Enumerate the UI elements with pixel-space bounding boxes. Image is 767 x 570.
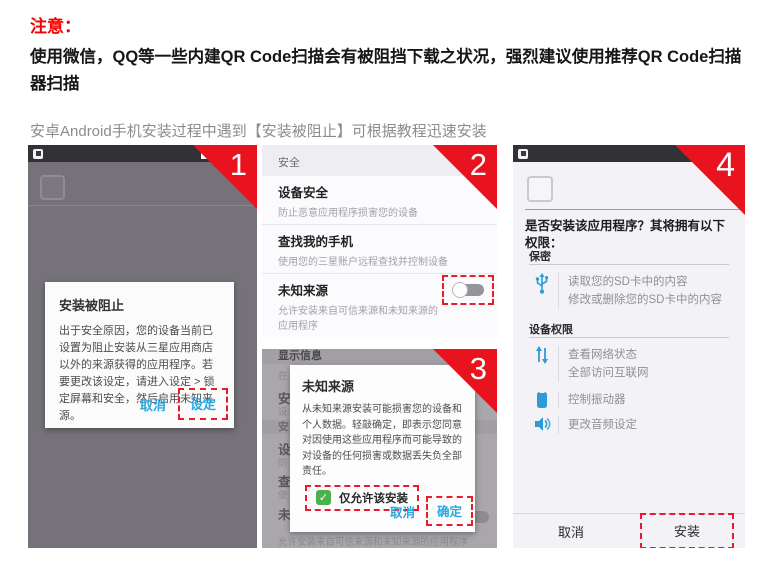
divider: [529, 337, 729, 338]
divider: [529, 264, 729, 265]
screenshot-column-2: 安全 设备安全 防止恶意应用程序损害您的设备 查找我的手机 使用您的三星账户远程…: [262, 145, 497, 548]
dialog-body: 从未知来源安装可能损害您的设备和个人数据。轻敲确定，即表示您同意对因使用这些应用…: [302, 402, 463, 480]
confirm-button[interactable]: 确定: [437, 505, 462, 519]
step-number: 2: [470, 148, 487, 182]
dimmed-row-sub: 允许安装来自可信来源和未知来源的应用程序: [278, 534, 468, 548]
network-arrows-icon: [531, 346, 553, 382]
setting-item-unknown-sources[interactable]: 未知来源 允许安装来自可信来源和未知来源的应用程序: [262, 274, 497, 337]
step-corner-ribbon: [433, 349, 497, 413]
vibration-icon: [531, 391, 553, 409]
cancel-button[interactable]: 取消: [130, 390, 176, 419]
permission-item-audio: 更改音频设定: [531, 416, 637, 434]
step-corner-ribbon: [193, 145, 257, 209]
step-number: 4: [716, 148, 735, 182]
notice-heading: 注意：: [30, 12, 747, 37]
privacy-section-header: 保密: [529, 248, 551, 264]
install-button[interactable]: 安装: [674, 524, 700, 539]
dimmed-row-sub: 设: [278, 404, 288, 418]
highlight-box: [442, 275, 494, 305]
permission-item-storage: 读取您的SD卡中的内容 修改或删除您的SD卡中的内容: [531, 273, 722, 309]
cancel-button[interactable]: 取消: [558, 522, 584, 541]
screenshot-step-4: 1 4G 7 是否安装该应用程序？其将拥有以下权限： 保密: [513, 145, 745, 548]
highlight-box: 设定: [178, 388, 228, 420]
cancel-button[interactable]: 取消: [382, 498, 423, 525]
setting-subtitle: 允许安装来自可信来源和未知来源的应用程序: [278, 302, 443, 332]
device-section-header: 设备权限: [529, 321, 573, 337]
tutorial-page: 注意： 使用微信，QQ等一些内建QR Code扫描会有被阻挡下载之状况，强烈建议…: [0, 0, 767, 570]
setting-item-find-my-phone[interactable]: 查找我的手机 使用您的三星账户远程查找并控制设备: [262, 225, 497, 274]
install-blocked-dialog: 安装被阻止 出于安全原因，您的设备当前已设置为阻止安装从三星应用商店以外的来源获…: [45, 282, 234, 428]
permission-text: 全部访问互联网: [568, 367, 649, 379]
highlight-box: 安装: [640, 513, 734, 548]
step-number: 1: [230, 148, 247, 182]
install-button-bar: 取消 安装: [513, 513, 745, 548]
unknown-sources-toggle[interactable]: [452, 282, 484, 298]
checkbox-checked-icon[interactable]: ✓: [316, 490, 331, 505]
setting-subtitle: 使用您的三星账户远程查找并控制设备: [278, 253, 483, 268]
tutorial-hint: 安卓Android手机安装过程中遇到【安装被阻止】可根据教程迅速安装: [30, 120, 747, 141]
app-icon-placeholder: [40, 175, 65, 200]
screenshot-row: 1 4G 7 安装被阻止 出于安全原因，您的设备当前已设置为阻止安装从三星应用商…: [28, 145, 745, 548]
permission-text: 读取您的SD卡中的内容: [568, 276, 687, 288]
step-corner-ribbon: [433, 145, 497, 209]
dimmed-row-sub: 在: [278, 368, 288, 382]
dimmed-row-title: 未: [278, 504, 291, 523]
dialog-title: 安装被阻止: [59, 295, 220, 314]
dimmed-row-sub: 防: [278, 455, 288, 469]
dimmed-row-sub: 使: [278, 487, 288, 501]
screenshot-notification-icon: [518, 149, 528, 159]
step-number: 3: [470, 352, 487, 386]
permission-text: 更改音频设定: [568, 419, 637, 431]
permission-text: 控制振动器: [568, 394, 626, 406]
screenshot-step-1: 1 4G 7 安装被阻止 出于安全原因，您的设备当前已设置为阻止安装从三星应用商…: [28, 145, 257, 548]
notice-body-text: 使用微信，QQ等一些内建QR Code扫描会有被阻挡下载之状况，强烈建议使用推荐…: [30, 44, 752, 98]
highlight-box: 确定: [426, 496, 473, 526]
setting-title: 查找我的手机: [278, 231, 483, 250]
screenshot-step-3: 显示信息 在 安 设 安 设 防 查 使 未 允许安装来自可信来源和未知来源的应…: [262, 349, 497, 548]
header-block: 注意： 使用微信，QQ等一些内建QR Code扫描会有被阻挡下载之状况，强烈建议…: [0, 0, 767, 141]
permission-item-network: 查看网络状态 全部访问互联网: [531, 346, 649, 382]
screenshot-notification-icon: [33, 149, 43, 159]
permission-text: 查看网络状态: [568, 349, 637, 361]
install-prompt-title: 是否安装该应用程序？其将拥有以下权限：: [525, 218, 735, 252]
permission-text: 修改或删除您的SD卡中的内容: [568, 294, 722, 306]
usb-storage-icon: [531, 273, 553, 309]
speaker-icon: [531, 416, 553, 434]
permission-item-vibration: 控制振动器: [531, 391, 626, 409]
settings-button[interactable]: 设定: [190, 397, 216, 412]
app-icon-placeholder: [527, 176, 553, 202]
screenshot-step-2: 安全 设备安全 防止恶意应用程序损害您的设备 查找我的手机 使用您的三星账户远程…: [262, 145, 497, 337]
